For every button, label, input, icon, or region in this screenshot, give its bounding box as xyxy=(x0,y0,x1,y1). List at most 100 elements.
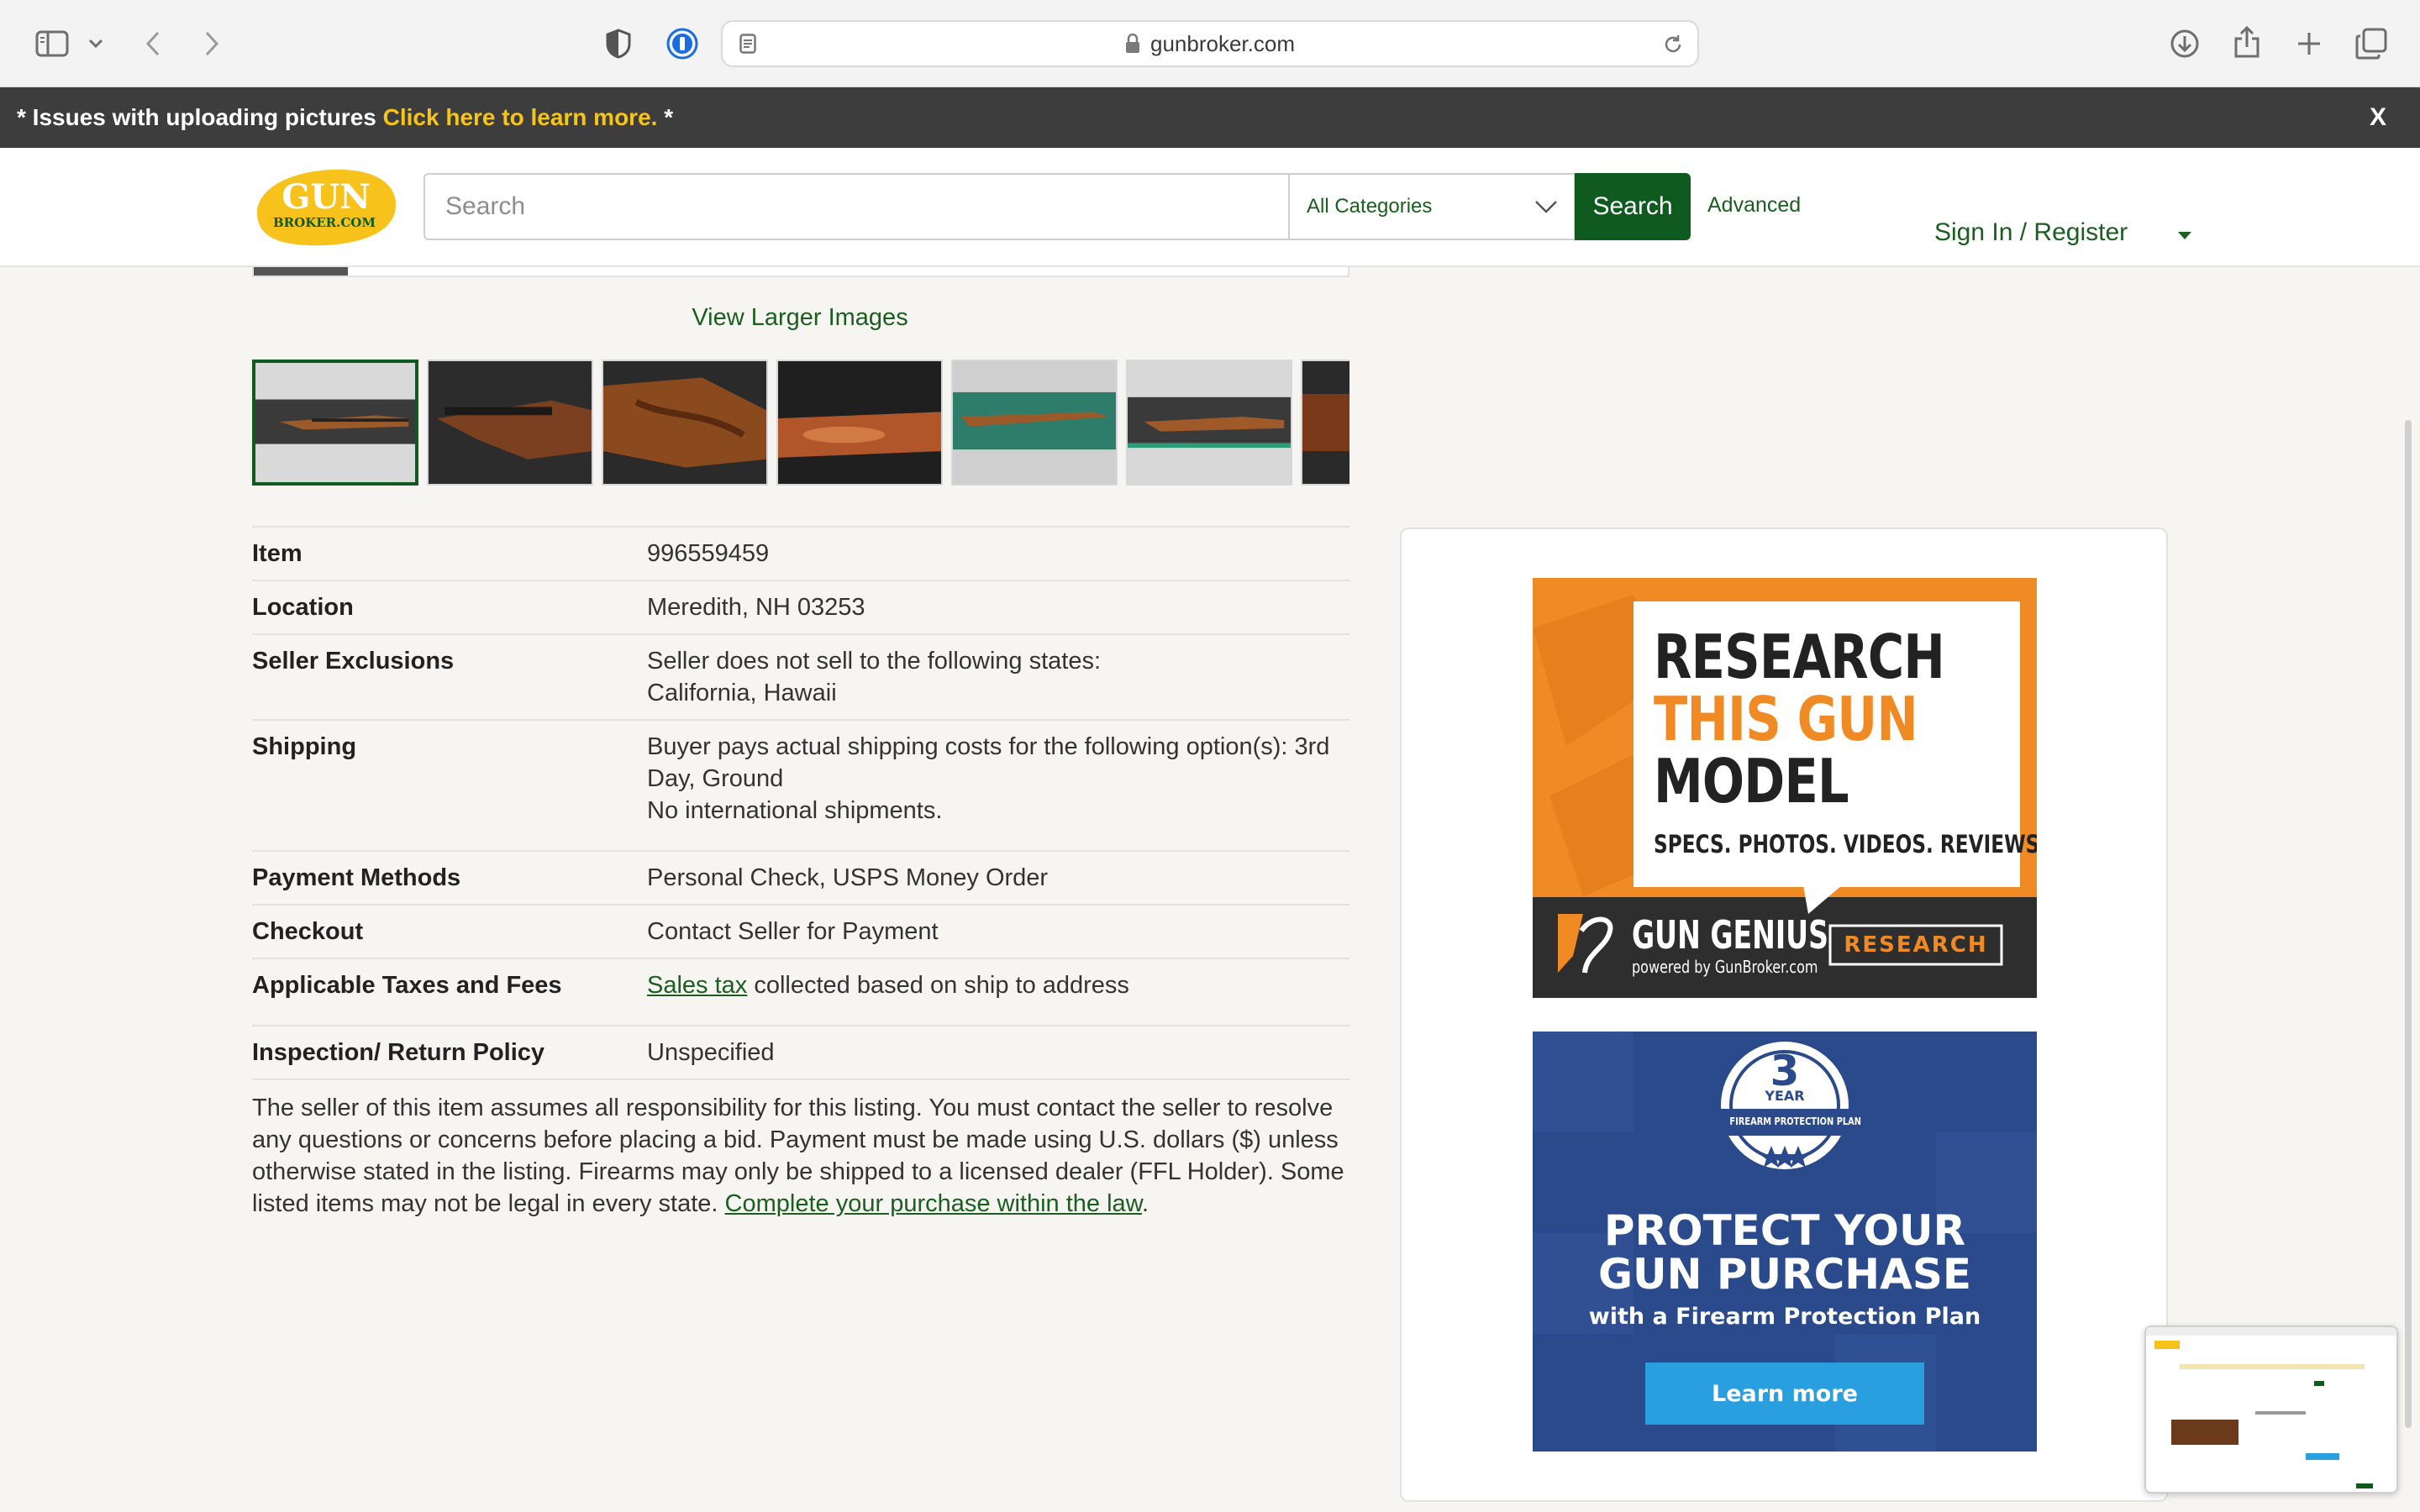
image-tab-indicator xyxy=(254,267,348,276)
detail-label: Payment Methods xyxy=(252,864,461,891)
thumbnail-image[interactable] xyxy=(602,360,768,486)
detail-row-taxes: Applicable Taxes and Fees Sales tax coll… xyxy=(252,959,1349,1026)
detail-row-item: Item 996559459 xyxy=(252,528,1349,581)
page-preview-thumbnail[interactable] xyxy=(2144,1326,2398,1494)
badge-plan: FIREARM PROTECTION PLAN xyxy=(1729,1116,1862,1127)
sales-tax-link[interactable]: Sales tax xyxy=(647,972,747,999)
payment-methods: Personal Check, USPS Money Order xyxy=(647,864,1049,891)
thumbnail-image[interactable] xyxy=(776,360,943,486)
protect-subline: with a Firearm Protection Plan xyxy=(1588,1304,1981,1330)
thumbnail-image[interactable] xyxy=(252,360,418,486)
research-button[interactable]: RESEARCH xyxy=(1830,926,2002,964)
shipping-international: No international shipments. xyxy=(647,797,943,824)
upload-issue-banner: * Issues with uploading pictures Click h… xyxy=(0,87,2420,148)
detail-row-checkout: Checkout Contact Seller for Payment xyxy=(252,906,1349,959)
register-link[interactable]: Register xyxy=(2033,218,2128,247)
research-line2: THIS GUN xyxy=(1654,684,1918,754)
protect-headline-1: PROTECT YOUR xyxy=(1603,1206,1966,1255)
url-text: gunbroker.com xyxy=(1150,30,1295,56)
detail-label: Shipping xyxy=(252,733,357,760)
search-button[interactable]: Search xyxy=(1575,173,1691,240)
thumbnail-strip xyxy=(252,360,1349,486)
item-details-table: Item 996559459 Location Meredith, NH 032… xyxy=(252,526,1349,1080)
category-select[interactable]: All Categories xyxy=(1288,173,1576,240)
forward-arrow-icon[interactable] xyxy=(197,27,227,60)
taxes-value: Sales tax collected based on ship to add… xyxy=(647,969,1349,1001)
logo-gun-text: GUN xyxy=(281,177,371,217)
thumbnail-image[interactable] xyxy=(1301,360,1349,486)
research-gun-ad[interactable]: RESEARCH THIS GUN MODEL SPECS. PHOTOS. V… xyxy=(1533,578,2037,998)
account-links: Sign In / Register xyxy=(1934,190,2192,276)
protection-plan-ad[interactable]: 3 YEAR FIREARM PROTECTION PLAN PROTECT Y… xyxy=(1533,1032,2037,1452)
logo-broker-text: BROKER.COM xyxy=(273,215,376,230)
detail-row-inspection: Inspection/ Return Policy Unspecified xyxy=(252,1026,1349,1080)
browser-toolbar: gunbroker.com xyxy=(0,0,2420,87)
banner-close-button[interactable]: X xyxy=(2370,87,2386,148)
share-icon[interactable] xyxy=(2230,22,2264,62)
caret-down-icon[interactable] xyxy=(2136,190,2192,276)
gun-genius-brand: GUN GENIUS xyxy=(1632,912,1828,958)
download-icon[interactable] xyxy=(2166,25,2203,62)
back-arrow-icon[interactable] xyxy=(138,27,168,60)
research-tagline: SPECS. PHOTOS. VIDEOS. REVIEWS. xyxy=(1654,830,2037,858)
detail-label: Checkout xyxy=(252,918,364,945)
new-tab-icon[interactable] xyxy=(2292,27,2326,60)
detail-label: Location xyxy=(252,594,354,621)
view-larger-images-link[interactable]: View Larger Images xyxy=(0,304,1600,332)
badge-year: YEAR xyxy=(1765,1088,1805,1104)
search-input[interactable] xyxy=(424,173,1289,240)
banner-learn-more-link[interactable]: Click here to learn more. xyxy=(383,104,658,131)
disclaimer-end: . xyxy=(1142,1190,1150,1217)
detail-label: Seller Exclusions xyxy=(252,648,455,675)
detail-label: Item xyxy=(252,540,302,567)
seller-disclaimer: The seller of this item assumes all resp… xyxy=(252,1092,1349,1220)
detail-row-seller-exclusions: Seller Exclusions Seller does not sell t… xyxy=(252,635,1349,721)
research-line1: RESEARCH xyxy=(1654,622,1945,692)
lock-icon xyxy=(1125,34,1140,54)
detail-row-shipping: Shipping Buyer pays actual shipping cost… xyxy=(252,721,1349,852)
banner-message: * Issues with uploading pictures Click h… xyxy=(17,87,673,148)
detail-label: Applicable Taxes and Fees xyxy=(252,972,562,999)
protect-headline-2: GUN PURCHASE xyxy=(1597,1250,1972,1299)
address-bar[interactable]: gunbroker.com xyxy=(721,20,1699,67)
detail-row-payment: Payment Methods Personal Check, USPS Mon… xyxy=(252,852,1349,906)
category-selected-value: All Categories xyxy=(1307,195,1433,218)
learn-more-button[interactable]: Learn more xyxy=(1645,1362,1924,1425)
shield-icon[interactable] xyxy=(602,25,635,62)
inspection-value: Unspecified xyxy=(647,1039,775,1066)
main-image-frame xyxy=(252,267,1349,277)
ad-sidebar: RESEARCH THIS GUN MODEL SPECS. PHOTOS. V… xyxy=(1400,528,2168,1502)
chevron-down-icon[interactable] xyxy=(84,32,108,55)
sidebar-toggle-icon[interactable] xyxy=(34,27,71,60)
sign-in-link[interactable]: Sign In xyxy=(1934,218,2012,247)
advanced-search-link[interactable]: Advanced xyxy=(1707,193,1801,218)
item-number: 996559459 xyxy=(647,540,770,567)
reload-icon[interactable] xyxy=(1660,32,1686,57)
shipping-options: Buyer pays actual shipping costs for the… xyxy=(647,733,1330,792)
seller-exclusions-value: Seller does not sell to the following st… xyxy=(647,645,1349,709)
thumbnail-image[interactable] xyxy=(951,360,1118,486)
checkout-value: Contact Seller for Payment xyxy=(647,918,939,945)
auth-separator: / xyxy=(2012,218,2034,246)
page-scrollbar[interactable] xyxy=(2405,420,2412,1428)
badge-number: 3 xyxy=(1770,1047,1800,1095)
excluded-states: California, Hawaii xyxy=(647,680,837,706)
url-display: gunbroker.com xyxy=(723,22,1697,66)
research-line3: MODEL xyxy=(1654,746,1849,816)
shipping-value: Buyer pays actual shipping costs for the… xyxy=(647,731,1349,827)
thumbnail-image[interactable] xyxy=(1126,360,1292,486)
banner-suffix: * xyxy=(657,104,674,130)
item-location: Meredith, NH 03253 xyxy=(647,594,865,621)
detail-row-location: Location Meredith, NH 03253 xyxy=(252,581,1349,635)
detail-label: Inspection/ Return Policy xyxy=(252,1039,545,1066)
purchase-within-law-link[interactable]: Complete your purchase within the law xyxy=(725,1190,1142,1217)
taxes-text: collected based on ship to address xyxy=(747,972,1129,999)
site-header: GUN BROKER.COM All Categories Search Adv… xyxy=(0,148,2420,267)
seller-exclusions-line: Seller does not sell to the following st… xyxy=(647,648,1102,675)
password-manager-icon[interactable] xyxy=(664,25,701,62)
gunbroker-logo[interactable]: GUN BROKER.COM xyxy=(252,165,400,249)
tab-overview-icon[interactable] xyxy=(2353,25,2390,62)
chevron-down-icon xyxy=(1534,197,1559,220)
thumbnail-image[interactable] xyxy=(427,360,593,486)
gun-genius-powered: powered by GunBroker.com xyxy=(1632,957,1818,977)
